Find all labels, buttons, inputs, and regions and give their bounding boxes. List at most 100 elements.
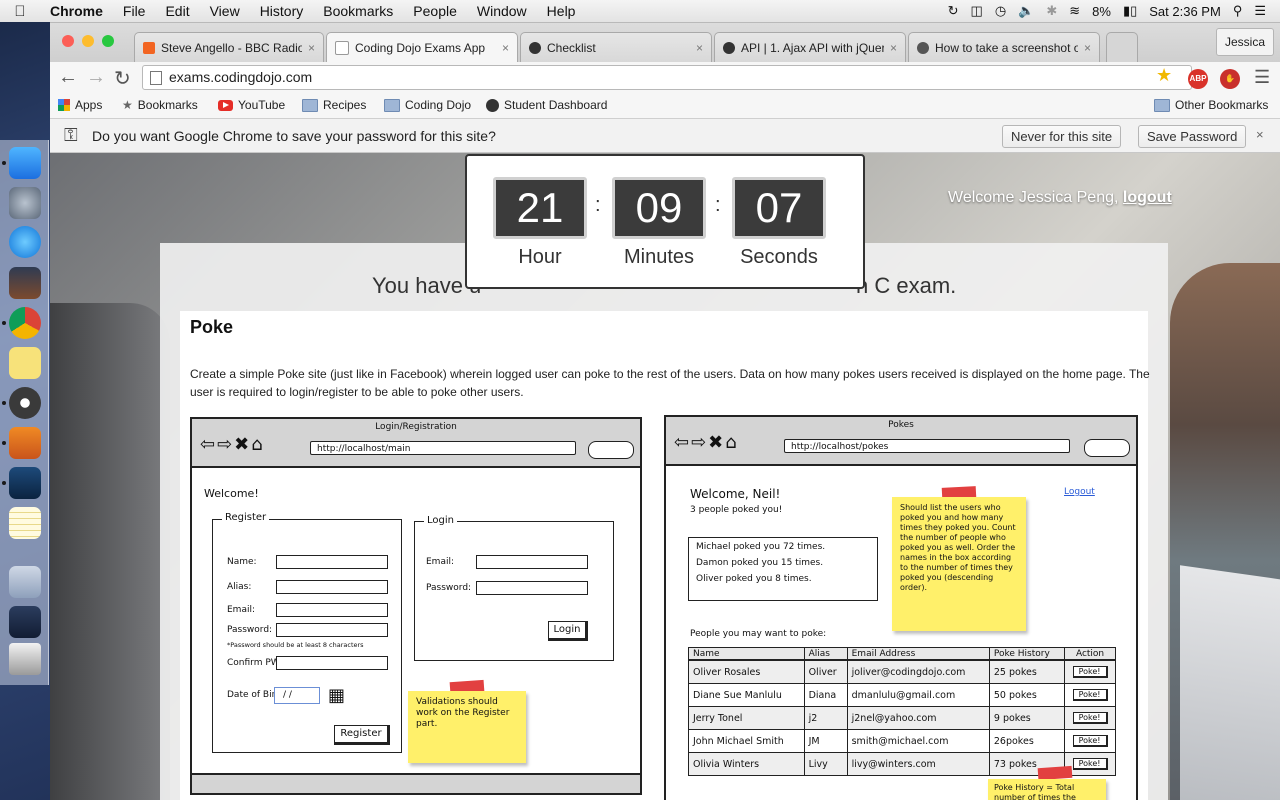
name-cell: John Michael Smith	[688, 729, 805, 753]
bookmark-star-icon[interactable]: ★	[1156, 65, 1172, 86]
timer-separator: :	[595, 194, 601, 216]
spotlight-icon[interactable]: ⚲	[1233, 3, 1243, 19]
chrome-icon[interactable]	[9, 307, 41, 339]
bookmark-label: Bookmarks	[137, 98, 198, 112]
reload-icon[interactable]: ↻	[114, 66, 131, 91]
app-store-icon[interactable]	[9, 226, 41, 258]
minimize-window-button[interactable]	[82, 35, 94, 47]
exam-card: Poke Create a simple Poke site (just lik…	[180, 311, 1150, 800]
tab-checklist[interactable]: Checklist ×	[520, 32, 712, 62]
documents-stack-icon[interactable]	[9, 566, 41, 598]
chrome-menu-icon[interactable]: ☰	[1254, 67, 1270, 88]
history-cell: 26pokes	[988, 729, 1066, 753]
tab-screenshot-howto[interactable]: How to take a screenshot o ×	[908, 32, 1100, 62]
timer-seconds-label: Seconds	[740, 246, 818, 268]
close-tab-icon[interactable]: ×	[1084, 41, 1091, 55]
dock-running-dot	[2, 441, 6, 445]
new-tab-button[interactable]	[1106, 32, 1138, 62]
wireframe-welcome: Welcome!	[204, 487, 259, 500]
background-photo-laptop	[1180, 565, 1280, 800]
menu-file[interactable]: File	[113, 3, 156, 19]
wifi-icon[interactable]: ≋	[1069, 3, 1080, 19]
never-save-button[interactable]: Never for this site	[1002, 125, 1122, 148]
close-tab-icon[interactable]: ×	[890, 41, 897, 55]
login-password-label: Password:	[426, 583, 472, 593]
poke-button: Poke!	[1072, 689, 1108, 701]
close-tab-icon[interactable]: ×	[696, 41, 703, 55]
timer-minutes: 09	[612, 177, 706, 239]
logout-link[interactable]: logout	[1123, 189, 1172, 206]
battery-percent[interactable]: 8%	[1092, 4, 1111, 19]
tab-api-ajax[interactable]: API | 1. Ajax API with jQuer ×	[714, 32, 906, 62]
wireframe-search-icon	[588, 441, 634, 459]
mysql-workbench-icon[interactable]	[9, 467, 41, 499]
bookmark-youtube[interactable]: YouTube	[218, 98, 285, 112]
tab-title: API | 1. Ajax API with jQuer	[741, 40, 884, 55]
tab-title: Coding Dojo Exams App	[355, 41, 486, 55]
mission-control-icon[interactable]	[9, 267, 41, 299]
forward-arrow-icon[interactable]: →	[86, 66, 106, 89]
menu-view[interactable]: View	[200, 3, 250, 19]
status-area: ↻ ◫ ◷ 🔈 ✱ ≋ 8% ▮▯ Sat 2:36 PM ⚲ ☰	[948, 0, 1280, 22]
volume-icon[interactable]: 🔈	[1018, 3, 1034, 19]
alias-cell: Oliver	[803, 659, 848, 684]
menu-bookmarks[interactable]: Bookmarks	[313, 3, 403, 19]
poke-button: Poke!	[1072, 712, 1108, 724]
mamp-icon[interactable]	[9, 387, 41, 419]
zoom-window-button[interactable]	[102, 35, 114, 47]
adblock-plus-icon[interactable]: ABP	[1188, 69, 1208, 89]
column-header: Email Address	[846, 647, 990, 661]
time-machine-icon[interactable]: ◷	[995, 3, 1006, 19]
dock-running-dot	[2, 401, 6, 405]
table-row: Diane Sue Manlulu Diana dmanlulu@gmail.c…	[688, 683, 1116, 707]
save-password-button[interactable]: Save Password	[1138, 125, 1247, 148]
bookmark-apps[interactable]: Apps	[58, 98, 102, 112]
history-cell: 50 pokes	[988, 683, 1066, 707]
menu-app[interactable]: Chrome	[40, 3, 113, 19]
close-tab-icon[interactable]: ×	[502, 41, 509, 55]
apple-icon[interactable]: 	[0, 3, 40, 20]
address-bar[interactable]: exams.codingdojo.com	[142, 65, 1192, 90]
tab-bbc-radio[interactable]: Steve Angello - BBC Radio ×	[134, 32, 324, 62]
profile-button[interactable]: Jessica	[1215, 28, 1274, 56]
adblock-icon[interactable]: ✋	[1220, 69, 1240, 89]
menu-window[interactable]: Window	[467, 3, 537, 19]
downloads-stack-icon[interactable]	[9, 606, 41, 638]
bookmark-other[interactable]: Other Bookmarks	[1154, 98, 1268, 112]
menu-history[interactable]: History	[250, 3, 314, 19]
trash-icon[interactable]	[9, 643, 41, 675]
launchpad-icon[interactable]	[9, 187, 41, 219]
notes-icon[interactable]	[9, 507, 41, 539]
bluetooth-icon[interactable]: ✱	[1046, 3, 1057, 19]
menu-edit[interactable]: Edit	[155, 3, 199, 19]
sublime-text-icon[interactable]	[9, 427, 41, 459]
back-arrow-icon[interactable]: ←	[58, 66, 78, 89]
wireframe-footer	[192, 773, 640, 793]
bookmark-bookmarks[interactable]: ★ Bookmarks	[122, 98, 198, 112]
clock[interactable]: Sat 2:36 PM	[1149, 4, 1221, 19]
tab-coding-dojo-exams[interactable]: Coding Dojo Exams App ×	[326, 32, 518, 63]
stickies-icon[interactable]	[9, 347, 41, 379]
wireframe-logout: Logout	[1064, 487, 1095, 497]
close-icon[interactable]: ×	[1256, 127, 1264, 142]
bookmark-student-dashboard[interactable]: Student Dashboard	[486, 98, 607, 112]
wireframe-title: Login/Registration	[375, 422, 457, 432]
register-legend: Register	[222, 512, 270, 523]
close-tab-icon[interactable]: ×	[308, 41, 315, 55]
timer-separator: :	[715, 194, 721, 216]
menu-help[interactable]: Help	[537, 3, 586, 19]
bookmark-coding-dojo[interactable]: Coding Dojo	[384, 98, 471, 112]
timer-hours: 21	[493, 177, 587, 239]
name-field	[276, 555, 388, 569]
close-window-button[interactable]	[62, 35, 74, 47]
shield-icon[interactable]: ◫	[971, 3, 983, 19]
action-cell: Poke!	[1064, 729, 1116, 753]
bookmark-recipes[interactable]: Recipes	[302, 98, 366, 112]
battery-icon[interactable]: ▮▯	[1123, 3, 1137, 19]
sync-icon[interactable]: ↻	[948, 3, 959, 19]
notification-center-icon[interactable]: ☰	[1254, 3, 1266, 19]
browser-toolbar: ← → ↻ exams.codingdojo.com ★ ABP ✋ ☰	[50, 62, 1280, 94]
name-cell: Olivia Winters	[688, 752, 805, 776]
finder-icon[interactable]	[9, 147, 41, 179]
menu-people[interactable]: People	[403, 3, 467, 19]
